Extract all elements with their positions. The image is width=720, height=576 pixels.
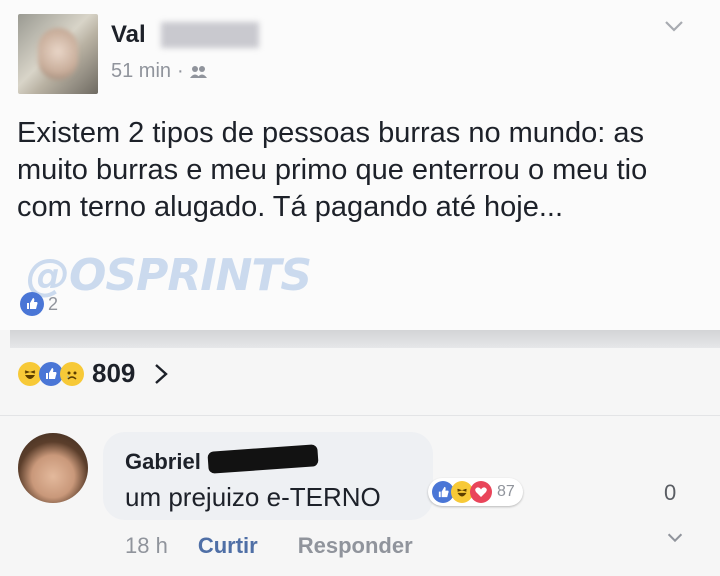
post-time[interactable]: 51 min: [111, 60, 171, 83]
censored-surname: [161, 22, 259, 48]
comment-text: um prejuizo e-TERNO: [125, 482, 381, 512]
like-icon: [20, 292, 44, 316]
post-meta: 51 min ·: [111, 60, 208, 83]
love-icon: [470, 481, 492, 503]
post-text: Existem 2 tipos de pessoas burras no mun…: [17, 117, 648, 223]
friends-icon: [189, 65, 207, 78]
like-comment-button[interactable]: Curtir: [198, 533, 258, 559]
inner-like-count: 2: [48, 293, 59, 314]
inner-like-summary[interactable]: 2: [20, 292, 58, 316]
reply-count: 0: [664, 480, 677, 505]
comments-divider: [0, 415, 720, 416]
reply-button[interactable]: Responder: [298, 533, 413, 559]
post-options-chevron-icon[interactable]: [662, 14, 686, 38]
comment-actions: 18 h Curtir Responder: [125, 533, 413, 559]
comment-reaction-count: 87: [497, 483, 515, 500]
separator-bar: [10, 330, 720, 348]
comment-time[interactable]: 18 h: [125, 533, 168, 559]
author-name[interactable]: Val: [111, 21, 146, 49]
commenter-avatar[interactable]: [18, 433, 88, 503]
post-card: Val 51 min · Existem 2 tipos de pessoas …: [0, 0, 720, 330]
meta-separator: ·: [177, 60, 184, 82]
comment-reactions[interactable]: 87: [428, 478, 523, 506]
comment-options-chevron-icon[interactable]: [664, 526, 686, 548]
reaction-count: 809: [92, 358, 136, 388]
reactions-summary[interactable]: 809: [18, 358, 169, 389]
author-avatar[interactable]: [18, 14, 98, 94]
watermark: @OSPRINTS: [26, 250, 312, 301]
commenter-name[interactable]: Gabriel: [125, 449, 201, 475]
avatar-face: [38, 28, 78, 80]
sad-icon: [60, 361, 84, 386]
chevron-right-icon[interactable]: [153, 362, 169, 386]
